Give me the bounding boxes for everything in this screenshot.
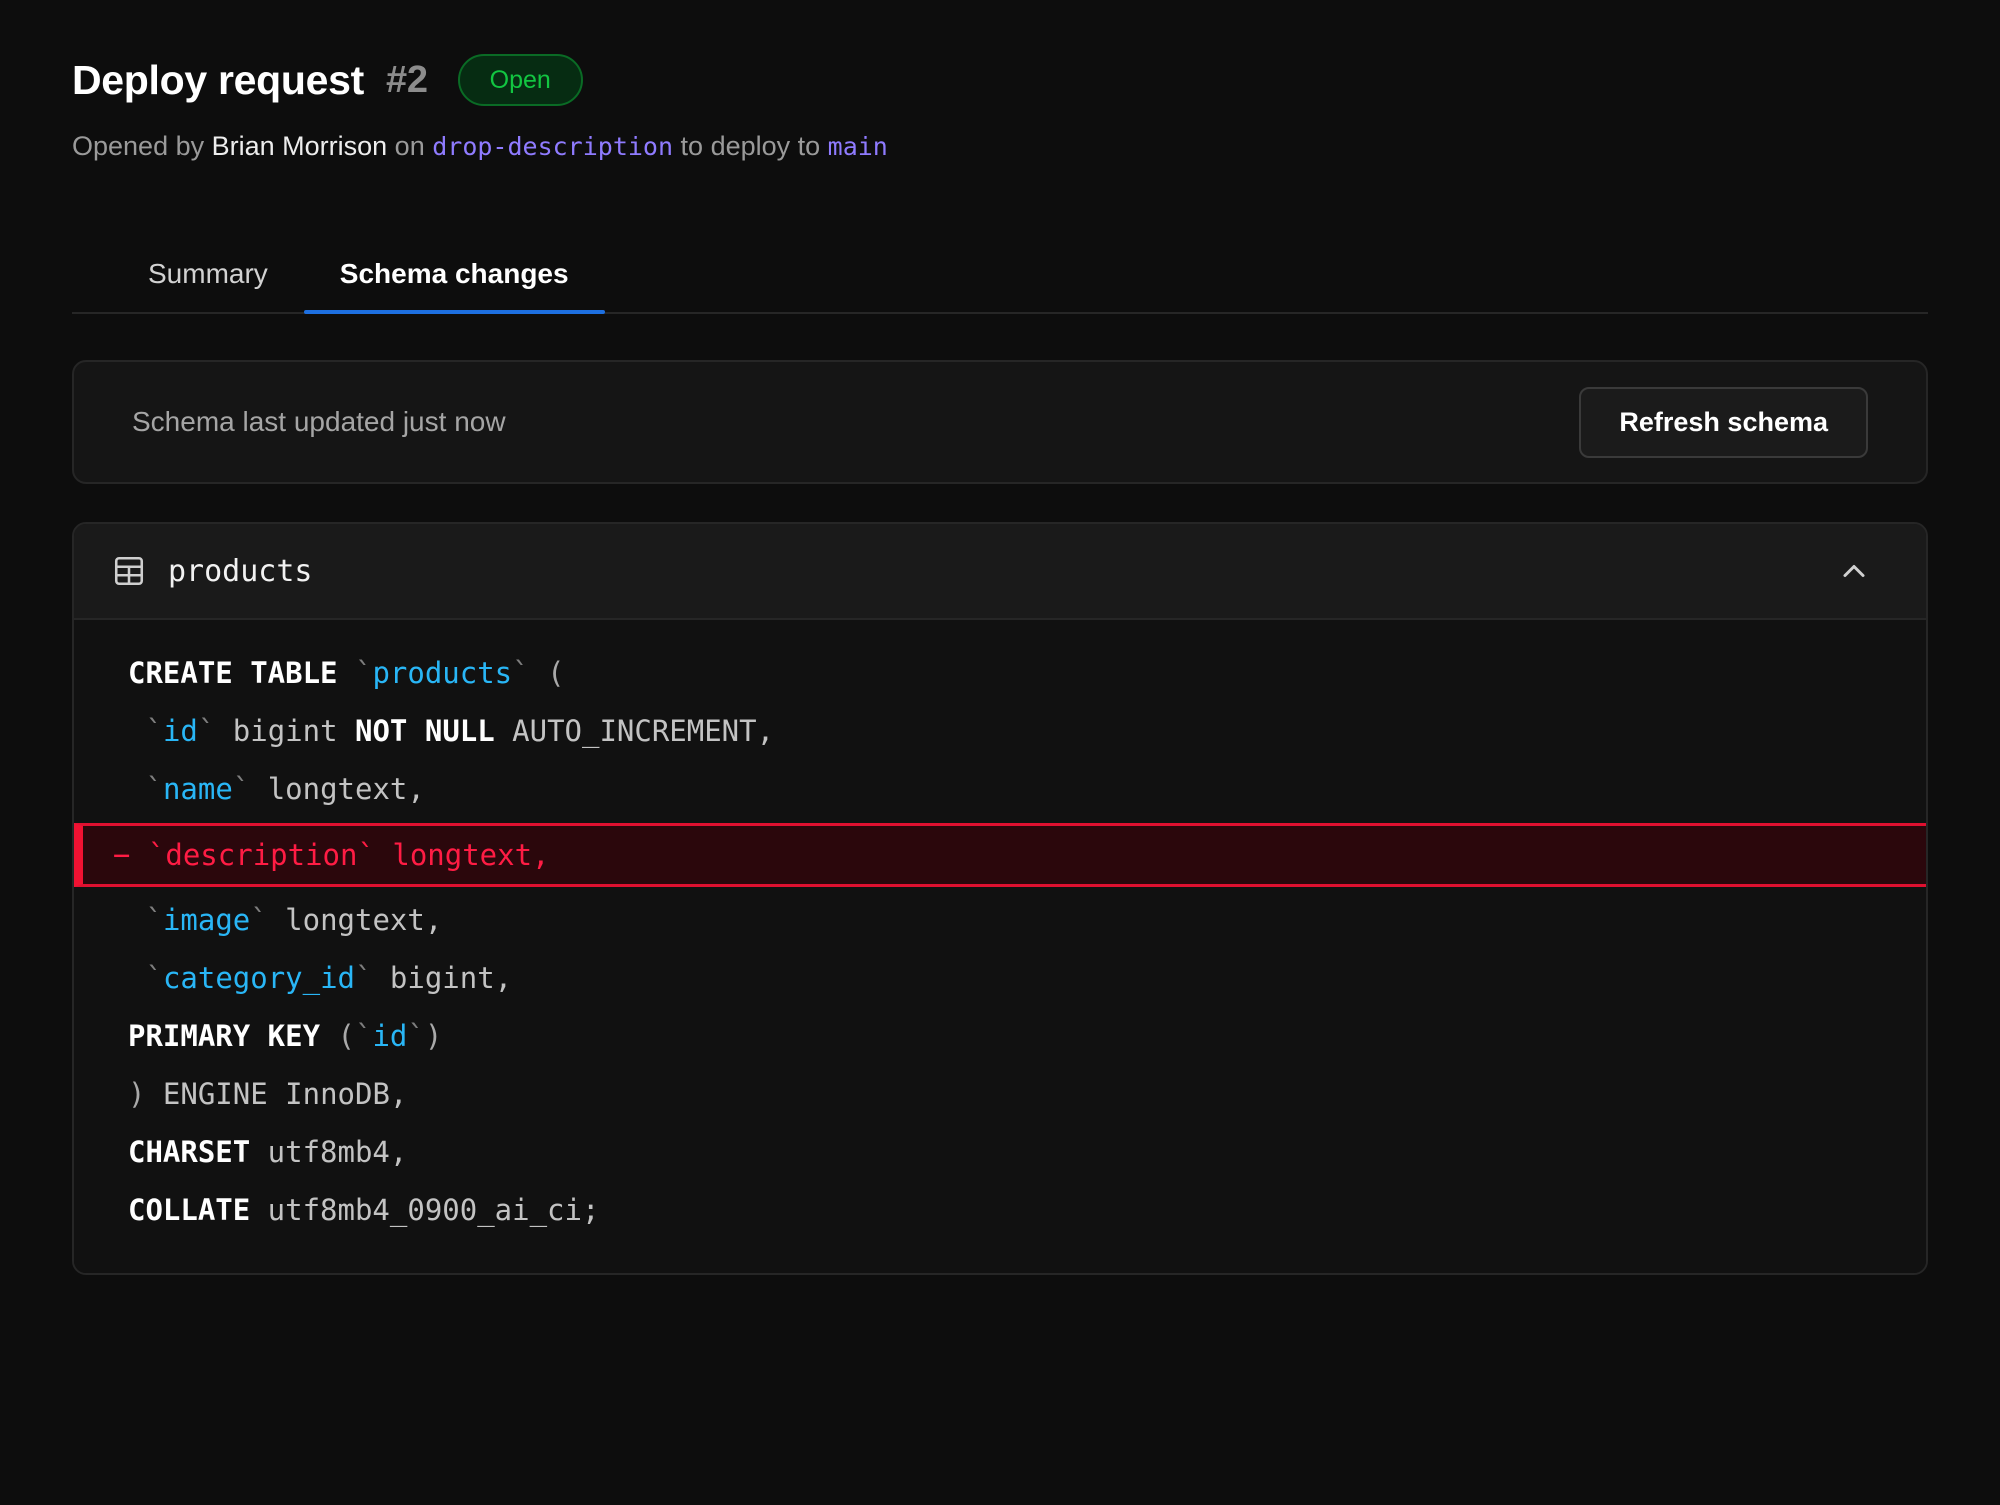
- code-token: utf8mb4,: [250, 1135, 407, 1169]
- code-line: ) ENGINE InnoDB,: [74, 1065, 1926, 1123]
- status-badge: Open: [458, 54, 583, 106]
- tab-bar: Summary Schema changes: [72, 242, 1928, 314]
- author-name[interactable]: Brian Morrison: [212, 128, 388, 164]
- target-branch-link[interactable]: main: [828, 130, 888, 164]
- code-token: (: [320, 1019, 355, 1053]
- code-line: CREATE TABLE `products` (: [74, 644, 1926, 702]
- code-token: `: [407, 1019, 424, 1053]
- deploy-request-subtitle: Opened by Brian Morrison on drop-descrip…: [72, 128, 1928, 164]
- diff-remove-marker: −: [113, 838, 148, 872]
- code-token: utf8mb4_0900_ai_ci;: [250, 1193, 599, 1227]
- subtitle-prefix: Opened by: [72, 128, 212, 164]
- schema-table-card: products CREATE TABLE `products` ( `id` …: [72, 522, 1928, 1275]
- page-title: Deploy request: [72, 57, 364, 104]
- code-token: (: [530, 656, 565, 690]
- tab-summary[interactable]: Summary: [112, 258, 304, 312]
- code-token: `: [145, 714, 162, 748]
- code-line: CHARSET utf8mb4,: [74, 1123, 1926, 1181]
- code-token: `: [357, 838, 374, 872]
- code-token: [128, 903, 145, 937]
- code-token: description: [165, 838, 357, 872]
- code-token: NOT NULL: [355, 714, 495, 748]
- code-line: `id` bigint NOT NULL AUTO_INCREMENT,: [74, 702, 1926, 760]
- code-token: COLLATE: [128, 1193, 250, 1227]
- code-token: id: [372, 1019, 407, 1053]
- code-line: `category_id` bigint,: [74, 949, 1926, 1007]
- code-token: bigint: [215, 714, 355, 748]
- code-token: `: [512, 656, 529, 690]
- code-token: `: [145, 961, 162, 995]
- deploy-request-number: #2: [386, 59, 428, 102]
- code-token: ENGINE InnoDB,: [145, 1077, 407, 1111]
- table-icon: [112, 554, 146, 588]
- chevron-up-icon[interactable]: [1836, 553, 1872, 589]
- code-token: `: [355, 656, 372, 690]
- refresh-schema-button[interactable]: Refresh schema: [1579, 387, 1868, 458]
- code-line: PRIMARY KEY (`id`): [74, 1007, 1926, 1065]
- code-token: `: [148, 838, 165, 872]
- code-token: [128, 714, 145, 748]
- source-branch-link[interactable]: drop-description: [432, 130, 673, 164]
- code-token: `: [250, 903, 267, 937]
- page-header: Deploy request #2 Open Opened by Brian M…: [72, 0, 1928, 164]
- tab-schema-changes[interactable]: Schema changes: [304, 258, 605, 312]
- code-token: AUTO_INCREMENT,: [495, 714, 774, 748]
- schema-last-updated-text: Schema last updated just now: [132, 406, 506, 438]
- code-token: id: [163, 714, 198, 748]
- code-token: category_id: [163, 961, 355, 995]
- code-token: ): [128, 1077, 145, 1111]
- code-token: CREATE TABLE: [128, 656, 355, 690]
- code-line: COLLATE utf8mb4_0900_ai_ci;: [74, 1181, 1926, 1239]
- deploy-request-page: Deploy request #2 Open Opened by Brian M…: [0, 0, 2000, 1505]
- code-token: `: [355, 961, 372, 995]
- code-token: PRIMARY KEY: [128, 1019, 320, 1053]
- code-token: CHARSET: [128, 1135, 250, 1169]
- code-token: [128, 772, 145, 806]
- code-line: `name` longtext,: [74, 760, 1926, 818]
- code-line: `image` longtext,: [74, 891, 1926, 949]
- code-token: longtext,: [375, 838, 550, 872]
- schema-sql-code: CREATE TABLE `products` ( `id` bigint NO…: [74, 620, 1926, 1273]
- code-token: `: [233, 772, 250, 806]
- schema-table-header[interactable]: products: [74, 524, 1926, 620]
- code-token: `: [355, 1019, 372, 1053]
- code-token: longtext,: [268, 903, 443, 937]
- subtitle-connector: to deploy to: [673, 128, 828, 164]
- title-row: Deploy request #2 Open: [72, 52, 1928, 108]
- code-token: ): [425, 1019, 442, 1053]
- code-token: products: [372, 656, 512, 690]
- schema-table-name: products: [168, 554, 313, 589]
- code-token: bigint,: [372, 961, 512, 995]
- code-token: [128, 961, 145, 995]
- code-token: `: [198, 714, 215, 748]
- code-line-removed: − `description` longtext,: [74, 823, 1926, 887]
- schema-refresh-bar: Schema last updated just now Refresh sch…: [72, 360, 1928, 484]
- schema-table-header-left: products: [112, 554, 313, 589]
- code-token: longtext,: [250, 772, 425, 806]
- code-token: `: [145, 772, 162, 806]
- code-token: image: [163, 903, 250, 937]
- code-token: `: [145, 903, 162, 937]
- code-token: name: [163, 772, 233, 806]
- subtitle-mid: on: [387, 128, 432, 164]
